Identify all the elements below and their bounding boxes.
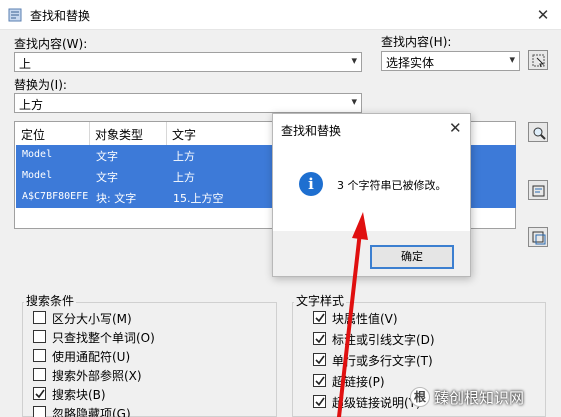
scope-select[interactable]: 选择实体 ▾ [381,51,520,71]
message-dialog: 查找和替换 ✕ i 3 个字符串已被修改。 确定 [272,113,471,277]
selection-set-button[interactable] [528,227,548,247]
column-divider [89,122,90,146]
find-label: 查找内容(W): [14,37,88,51]
replace-input[interactable]: 上方 ▾ [14,93,362,113]
close-icon[interactable]: ✕ [534,6,552,24]
watermark-text: 臻创根知识网 [434,389,525,407]
unchecked-checkbox-icon[interactable] [33,406,46,417]
replace-label: 替换为(I): [14,78,67,92]
selection-set-icon [532,231,546,245]
chevron-down-icon[interactable]: ▾ [351,95,357,108]
cell-location: Model [22,149,53,160]
checked-checkbox-icon[interactable] [313,395,326,408]
create-selection-button[interactable] [528,180,548,200]
checkbox-label: 使用通配符(U) [52,350,131,364]
title-bar: 查找和替换 ✕ [0,0,561,30]
cell-type: 文字 [96,150,118,163]
message-title: 查找和替换 [281,124,342,138]
scope-label: 查找内容(H): [381,35,452,49]
column-header-location[interactable]: 定位 [21,126,45,143]
cell-type: 文字 [96,171,118,184]
cell-text: 上方 [173,171,195,184]
checked-checkbox-icon[interactable] [33,387,46,400]
message-body: i 3 个字符串已被修改。 [273,144,470,231]
checked-checkbox-icon[interactable] [313,311,326,324]
cell-location: Model [22,170,53,181]
message-title-bar: 查找和替换 ✕ [273,114,470,144]
checkbox-label: 忽略隐藏项(G) [52,407,131,417]
find-value: 上 [19,57,32,71]
cell-text: 上方 [173,150,195,163]
ok-button[interactable]: 确定 [370,245,454,269]
cell-type: 块: 文字 [96,192,137,205]
close-icon[interactable]: ✕ [449,119,462,137]
cell-location: A$C7BF80EFE [22,191,89,202]
column-header-type[interactable]: 对象类型 [95,126,143,143]
search-conditions-title: 搜索条件 [24,292,77,309]
zoom-to-button[interactable] [528,122,548,142]
scope-value: 选择实体 [386,56,435,70]
window-title: 查找和替换 [30,9,91,23]
checkbox-label: 超链接(P) [332,375,385,389]
checked-checkbox-icon[interactable] [313,374,326,387]
unchecked-checkbox-icon[interactable] [33,330,46,343]
message-text: 3 个字符串已被修改。 [337,179,447,192]
checkbox-label: 只查找整个单词(O) [52,331,155,345]
checked-checkbox-icon[interactable] [313,353,326,366]
text-type-title: 文字样式 [294,292,347,309]
checkbox-label: 搜索外部参照(X) [52,369,142,383]
checkbox-label: 单行或多行文字(T) [332,354,433,368]
replace-value: 上方 [19,98,44,112]
checkbox-label: 搜索块(B) [52,388,106,402]
checkbox-label: 区分大小写(M) [52,312,132,326]
select-objects-button[interactable] [528,50,548,70]
find-input[interactable]: 上 ▾ [14,52,362,72]
select-objects-icon [532,54,545,68]
create-selection-icon [532,185,545,197]
checkbox-label: 超级链接说明(Y) [332,396,421,410]
unchecked-checkbox-icon[interactable] [33,311,46,324]
watermark-logo: 根 [410,387,430,407]
checkbox-label: 块属性值(V) [332,312,398,326]
column-divider [166,122,167,146]
column-header-text[interactable]: 文字 [172,126,196,143]
checked-checkbox-icon[interactable] [313,332,326,345]
app-icon [8,8,22,22]
chevron-down-icon[interactable]: ▾ [351,54,357,67]
unchecked-checkbox-icon[interactable] [33,349,46,362]
chevron-down-icon[interactable]: ▾ [509,53,515,66]
checkbox-label: 标注或引线文字(D) [332,333,435,347]
info-icon: i [299,172,323,196]
cell-text: 15.上方空 [173,192,224,205]
zoom-icon [533,127,546,140]
unchecked-checkbox-icon[interactable] [33,368,46,381]
